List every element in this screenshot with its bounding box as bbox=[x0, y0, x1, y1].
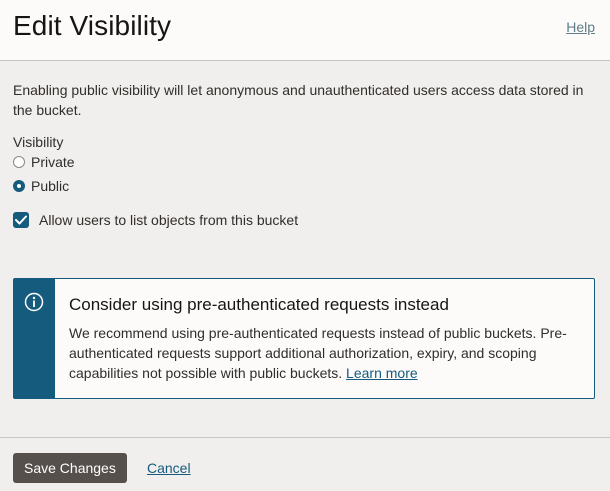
info-icon bbox=[24, 292, 44, 312]
list-objects-option[interactable]: Allow users to list objects from this bu… bbox=[13, 212, 597, 228]
private-radio-label: Private bbox=[31, 154, 75, 170]
panel-header: Edit Visibility Help bbox=[0, 0, 610, 61]
panel-body: Enabling public visibility will let anon… bbox=[13, 80, 597, 228]
list-objects-checkbox[interactable] bbox=[13, 212, 29, 228]
page-title: Edit Visibility bbox=[13, 10, 172, 41]
save-changes-button[interactable]: Save Changes bbox=[13, 453, 127, 483]
info-text: We recommend using pre-authenticated req… bbox=[69, 323, 580, 383]
checkmark-icon bbox=[15, 215, 27, 225]
visibility-radio-group: Private Public bbox=[13, 150, 597, 198]
info-title: Consider using pre-authenticated request… bbox=[69, 295, 449, 314]
edit-visibility-panel: Edit Visibility Help Enabling public vis… bbox=[0, 0, 610, 491]
info-stripe bbox=[14, 279, 55, 398]
cancel-link[interactable]: Cancel bbox=[147, 460, 191, 476]
panel-footer: Save Changes Cancel bbox=[0, 437, 610, 491]
visibility-option-private[interactable]: Private bbox=[13, 150, 597, 174]
info-body-text: We recommend using pre-authenticated req… bbox=[69, 325, 567, 381]
info-message-box: Consider using pre-authenticated request… bbox=[13, 278, 595, 399]
intro-text: Enabling public visibility will let anon… bbox=[13, 82, 584, 118]
public-radio-label: Public bbox=[31, 178, 70, 194]
info-content: Consider using pre-authenticated request… bbox=[55, 279, 594, 398]
list-objects-label: Allow users to list objects from this bu… bbox=[39, 212, 299, 228]
visibility-option-public[interactable]: Public bbox=[13, 174, 597, 198]
public-radio[interactable] bbox=[13, 180, 25, 192]
private-radio[interactable] bbox=[13, 156, 25, 168]
help-link[interactable]: Help bbox=[566, 19, 595, 35]
learn-more-link[interactable]: Learn more bbox=[346, 365, 418, 381]
visibility-label: Visibility bbox=[13, 134, 64, 150]
